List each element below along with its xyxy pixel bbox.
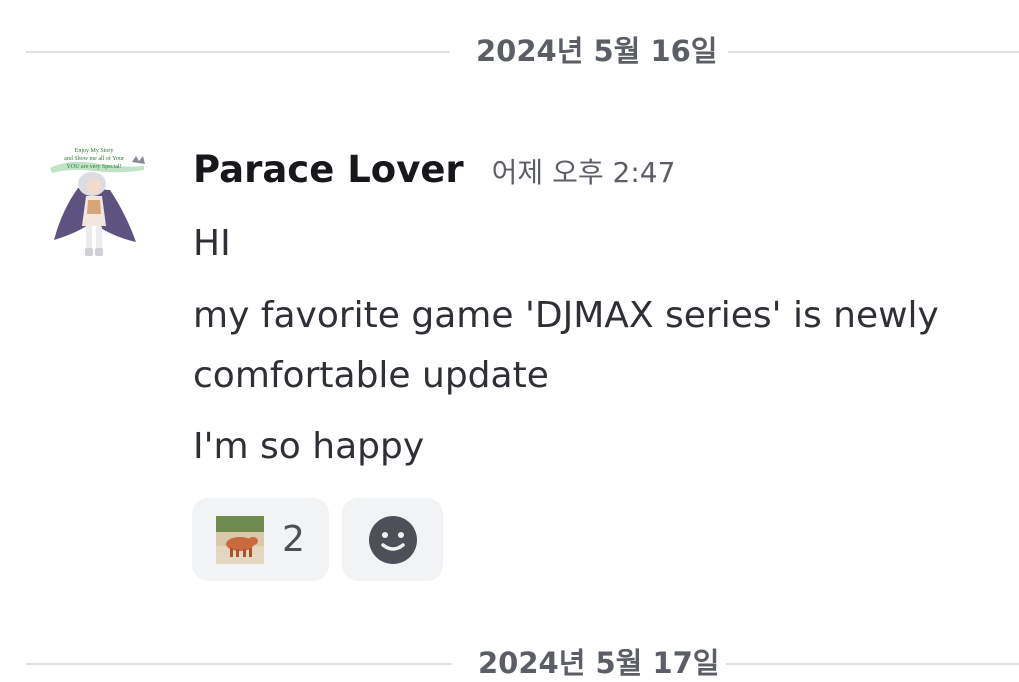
add-reaction-button[interactable] <box>342 498 443 581</box>
date-divider: 2024년 5월 16일 <box>26 34 1019 68</box>
username[interactable]: Parace Lover <box>193 148 464 191</box>
message-header: Parace Lover 어제 오후 2:47 <box>193 148 675 191</box>
smiley-icon <box>368 515 417 564</box>
custom-pig-emoji-icon <box>216 515 264 564</box>
avatar-caption-1: Enjoy My Story <box>75 148 114 154</box>
message-text-line: my favorite game 'DJMAX series' is newly <box>193 295 939 336</box>
avatar-caption-2: and Show me all of Your <box>64 155 124 162</box>
divider-line-right <box>726 663 1019 665</box>
chat-view: 2024년 5월 16일 Enjoy My Story and Show me … <box>0 0 1019 682</box>
divider-line-right <box>728 51 1019 53</box>
divider-line-left <box>26 663 452 665</box>
avatar-image: Enjoy My Story and Show me all of Your Y… <box>50 148 145 256</box>
date-divider-label: 2024년 5월 17일 <box>478 646 720 680</box>
message-text-line: HI <box>193 223 231 264</box>
avatar-caption-3: YOU are very Special! <box>66 164 121 170</box>
date-divider-label: 2024년 5월 16일 <box>476 34 718 68</box>
date-divider: 2024년 5월 17일 <box>26 646 1019 680</box>
avatar[interactable]: Enjoy My Story and Show me all of Your Y… <box>40 140 152 262</box>
message-text-line: comfortable update <box>193 355 549 396</box>
divider-line-left <box>26 51 450 53</box>
reaction-chip[interactable]: 2 <box>192 498 329 581</box>
reaction-count: 2 <box>282 519 305 560</box>
message-timestamp: 어제 오후 2:47 <box>491 156 676 189</box>
message-text-line: I'm so happy <box>193 426 425 467</box>
